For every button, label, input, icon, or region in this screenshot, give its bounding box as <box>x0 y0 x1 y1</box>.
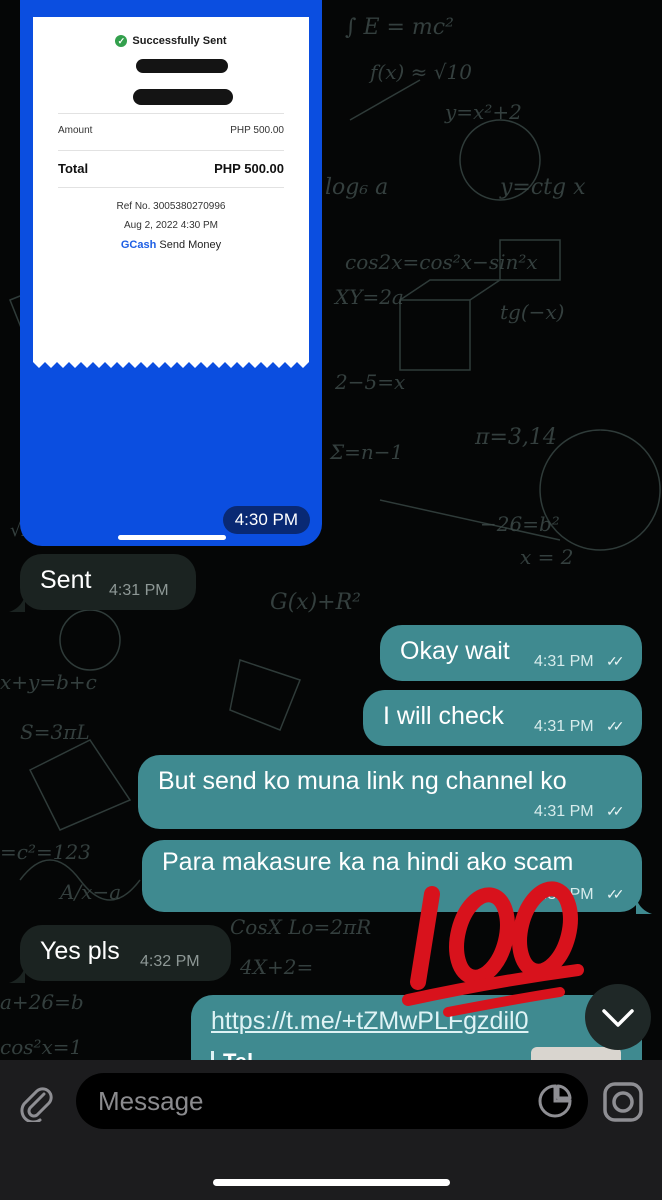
doodle: y=ctg x <box>500 175 586 200</box>
doodle: Σ=n−1 <box>330 440 404 464</box>
chevron-down-icon <box>602 1009 634 1027</box>
gcash-logo: GCash <box>120 239 157 251</box>
doodle: f(x) ≈ √10 <box>370 60 472 84</box>
message-placeholder: Message <box>98 1086 204 1116</box>
hundred-points-icon <box>402 881 584 1017</box>
amount-value: PHP 500.00 <box>230 125 284 136</box>
image-message-receipt[interactable]: ✓ Successfully Sent Amount PHP 500.00 Tot… <box>20 0 322 546</box>
redacted-name <box>136 59 228 73</box>
amount-label: Amount <box>58 125 93 136</box>
doodle: cos²x=1 <box>0 1035 83 1059</box>
receipt-card: ✓ Successfully Sent Amount PHP 500.00 Tot… <box>33 17 309 362</box>
outgoing-message[interactable]: I will check 4:31 PM ✓✓ <box>363 690 642 746</box>
double-check-icon: ✓✓ <box>606 653 625 669</box>
doodle: tg(−x) <box>500 300 565 324</box>
reference-number: Ref No. 3005380270996 <box>116 201 226 212</box>
doodle: ∫ E = mc² <box>345 15 454 40</box>
message-text: Yes pls <box>40 937 120 965</box>
message-time: 4:32 PM <box>140 953 200 970</box>
doodle: A/x−a <box>60 880 122 904</box>
incoming-message[interactable]: Yes pls 4:32 PM <box>20 925 231 981</box>
scroll-to-bottom-button[interactable] <box>585 984 651 1050</box>
bubble-tail <box>9 967 25 983</box>
doodle: S=3πL <box>20 720 90 744</box>
message-text: I will check <box>383 702 504 730</box>
composer-bar: Message <box>0 1060 662 1200</box>
doodle: cos2x=cos²x−sin²x <box>345 250 538 274</box>
doodle: π=3,14 <box>475 425 557 450</box>
divider <box>58 150 284 151</box>
bubble-tail <box>9 596 25 612</box>
message-time: 4:31 PM <box>109 582 169 599</box>
doodle: G(x)+R² <box>270 590 361 615</box>
doodle: =c²=123 <box>0 840 91 864</box>
bubble-tail <box>636 898 652 914</box>
outgoing-message[interactable]: But send ko muna link ng channel ko 4:31… <box>138 755 642 829</box>
message-time: 4:30 PM <box>222 506 310 534</box>
message-time: 4:31 PM <box>534 803 594 820</box>
doodle: x = 2 <box>520 545 574 569</box>
divider <box>58 187 284 188</box>
doodle: CosX Lo=2πR <box>230 915 372 939</box>
camera-icon[interactable] <box>601 1080 645 1124</box>
double-check-icon: ✓✓ <box>606 803 625 819</box>
send-money-label: Send Money <box>159 239 222 251</box>
doodle: x+y=b+c <box>0 670 97 694</box>
sticker-icon[interactable] <box>536 1082 574 1120</box>
double-check-icon: ✓✓ <box>606 886 625 902</box>
success-status: Successfully Sent <box>132 35 227 47</box>
message-input[interactable]: Message <box>76 1073 588 1129</box>
receipt-torn-edge <box>33 356 309 368</box>
double-check-icon: ✓✓ <box>606 718 625 734</box>
divider <box>58 113 284 114</box>
doodle: −26=b² <box>480 512 560 536</box>
gcash-send-money: GCash Send Money <box>33 239 309 251</box>
message-text: But send ko muna link ng channel ko <box>158 767 567 795</box>
home-indicator <box>213 1179 450 1186</box>
incoming-message[interactable]: Sent 4:31 PM <box>20 554 196 610</box>
redacted-number <box>133 89 233 105</box>
doodle: 4X+2= <box>240 955 314 979</box>
success-row: ✓ Successfully Sent <box>33 35 309 48</box>
message-time: 4:31 PM <box>534 718 594 735</box>
doodle: y=x²+2 <box>445 100 522 124</box>
total-value: PHP 500.00 <box>214 161 284 176</box>
paperclip-icon[interactable] <box>16 1082 56 1122</box>
transaction-date: Aug 2, 2022 4:30 PM <box>124 220 218 231</box>
outgoing-message[interactable]: Okay wait 4:31 PM ✓✓ <box>380 625 642 681</box>
doodle: XY=2a <box>335 285 404 309</box>
message-time: 4:31 PM <box>534 653 594 670</box>
doodle: a+26=b <box>0 990 84 1014</box>
check-circle-icon: ✓ <box>115 35 128 48</box>
total-label: Total <box>58 161 89 176</box>
screenshot-home-indicator <box>118 535 226 540</box>
message-text: Okay wait <box>400 637 510 665</box>
doodle: 2−5=x <box>335 370 406 394</box>
doodle: log₆ a <box>325 175 389 200</box>
message-text: Sent <box>40 566 92 594</box>
